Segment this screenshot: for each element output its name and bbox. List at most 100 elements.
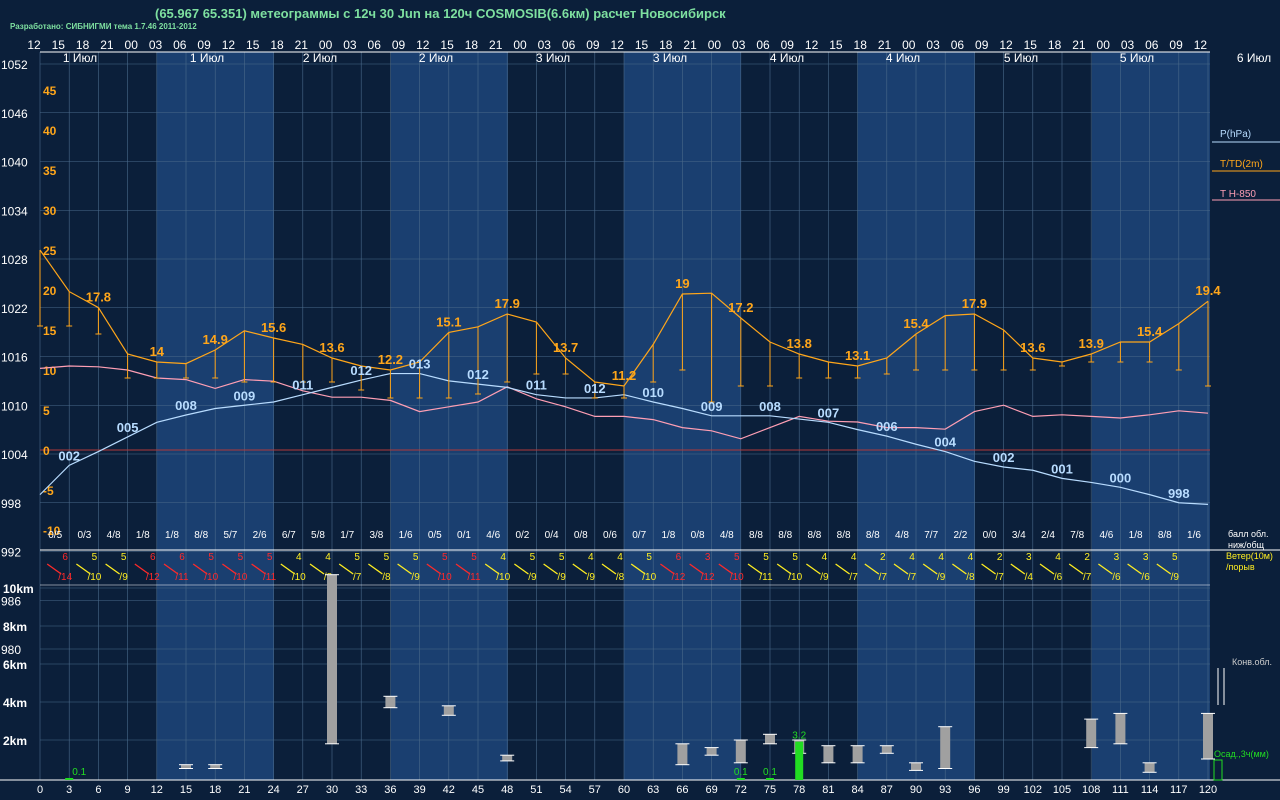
wind-speed-value: 4	[822, 552, 828, 563]
temperature-label: 17.8	[86, 290, 111, 305]
hour-tick-label: 06	[951, 38, 965, 52]
day-label: 2 Июл	[303, 51, 337, 65]
hour-tick-label: 18	[659, 38, 673, 52]
pressure-axis-label: 998	[1, 497, 21, 511]
pressure-axis-label: 1034	[1, 204, 28, 218]
pressure-axis-label: 1016	[1, 351, 28, 365]
cloud-cover-value: 6/7	[282, 530, 296, 541]
wind-gust-value: /9	[119, 572, 128, 583]
forecast-hour-label: 33	[355, 784, 367, 796]
pressure-axis-label: 1052	[1, 58, 28, 72]
precip-bar	[65, 778, 74, 780]
wind-gust-value: /10	[730, 572, 744, 583]
cloud-cover-value: 2/2	[953, 530, 967, 541]
precip-bar	[766, 778, 774, 780]
forecast-hour-label: 99	[997, 784, 1009, 796]
wind-speed-value: 2	[1084, 552, 1090, 563]
pressure-axis-label: 1046	[1, 107, 28, 121]
day-label: 3 Июл	[536, 51, 570, 65]
wind-gust-value: /11	[759, 572, 773, 583]
hour-tick-label: 09	[975, 38, 989, 52]
conv-cloud-bar	[735, 740, 746, 763]
wind-gust-value: /9	[937, 572, 946, 583]
wind-speed-value: 6	[179, 552, 185, 563]
hour-tick-label: 06	[562, 38, 576, 52]
hour-tick-label: 12	[416, 38, 430, 52]
conv-cloud-bar	[852, 745, 863, 763]
hour-tick-label: 03	[343, 38, 357, 52]
temperature-label: 11.2	[612, 368, 637, 383]
pressure-label: 000	[1110, 470, 1132, 485]
forecast-hour-label: 102	[1024, 784, 1042, 796]
temperature-label: 17.9	[962, 296, 987, 311]
wind-arrow	[572, 563, 588, 575]
hour-tick-label: 21	[100, 38, 114, 52]
forecast-hour-label: 84	[851, 784, 863, 796]
pressure-label: 006	[876, 419, 898, 434]
cloud-cover-value: 8/8	[749, 530, 763, 541]
pressure-label: 002	[58, 448, 80, 463]
forecast-hour-label: 87	[881, 784, 893, 796]
day-label: 1 Июл	[190, 51, 224, 65]
hour-tick-label: 03	[538, 38, 552, 52]
wind-gust-value: /9	[528, 572, 537, 583]
height-axis-label: 10km	[3, 582, 34, 596]
temperature-label: 15.6	[261, 320, 286, 335]
legend-precip: Осад.,3ч(мм)	[1214, 749, 1269, 759]
wind-gust-value: /10	[204, 572, 218, 583]
temp-axis-label: 5	[43, 404, 50, 418]
hour-tick-label: 15	[440, 38, 454, 52]
wind-gust-value: /10	[642, 572, 656, 583]
cloud-cover-value: 5/7	[223, 530, 237, 541]
temp-axis-label: 15	[43, 324, 57, 338]
temperature-label: 19.4	[1195, 283, 1221, 298]
forecast-hour-label: 36	[384, 784, 396, 796]
temperature-label: 15.4	[1137, 324, 1163, 339]
wind-gust-value: /9	[587, 572, 596, 583]
hour-tick-label: 12	[27, 38, 41, 52]
wind-speed-value: 5	[267, 552, 273, 563]
cloud-cover-value: 4/6	[1099, 530, 1113, 541]
pressure-axis-label: 1022	[1, 302, 28, 316]
forecast-hour-label: 27	[297, 784, 309, 796]
pressure-label: 004	[934, 435, 956, 450]
hour-tick-label: 15	[246, 38, 260, 52]
wind-gust-value: /7	[879, 572, 888, 583]
cloud-cover-value: 1/6	[399, 530, 413, 541]
pressure-axis-label: 986	[1, 594, 21, 608]
day-label: 3 Июл	[653, 51, 687, 65]
height-axis-label: 8km	[3, 620, 27, 634]
wind-speed-value: 4	[851, 552, 857, 563]
temperature-label: 13.6	[319, 340, 344, 355]
forecast-hour-label: 0	[37, 784, 43, 796]
temp-axis-label: 45	[43, 84, 57, 98]
hour-tick-label: 15	[1024, 38, 1038, 52]
pressure-label: 011	[526, 378, 547, 393]
hour-tick-label: 21	[1072, 38, 1086, 52]
temperature-label: 13.9	[1079, 336, 1104, 351]
temperature-label: 15.4	[903, 316, 929, 331]
pressure-label: 012	[584, 381, 606, 396]
hour-tick-label: 00	[319, 38, 333, 52]
wind-speed-value: 5	[471, 552, 477, 563]
day-label: 1 Июл	[63, 51, 97, 65]
forecast-hour-label: 39	[413, 784, 425, 796]
hour-tick-label: 21	[683, 38, 697, 52]
cloud-cover-value: 8/8	[807, 530, 821, 541]
height-axis-label: 2km	[3, 734, 27, 748]
wind-speed-value: 5	[763, 552, 769, 563]
conv-cloud-bar	[443, 705, 454, 716]
hour-tick-label: 15	[52, 38, 66, 52]
temp-axis-label: 40	[43, 124, 57, 138]
forecast-hour-label: 3	[66, 784, 72, 796]
wind-speed-value: 6	[62, 552, 68, 563]
cloud-cover-value: 0/5	[428, 530, 442, 541]
forecast-hour-label: 96	[968, 784, 980, 796]
cloud-cover-value: 0/2	[515, 530, 529, 541]
forecast-hour-label: 117	[1170, 784, 1188, 796]
wind-speed-value: 6	[150, 552, 156, 563]
day-label: 5 Июл	[1120, 51, 1154, 65]
cloud-cover-value: 2/6	[253, 530, 267, 541]
conv-cloud-bar	[210, 764, 221, 769]
wind-gust-value: /6	[1054, 572, 1063, 583]
